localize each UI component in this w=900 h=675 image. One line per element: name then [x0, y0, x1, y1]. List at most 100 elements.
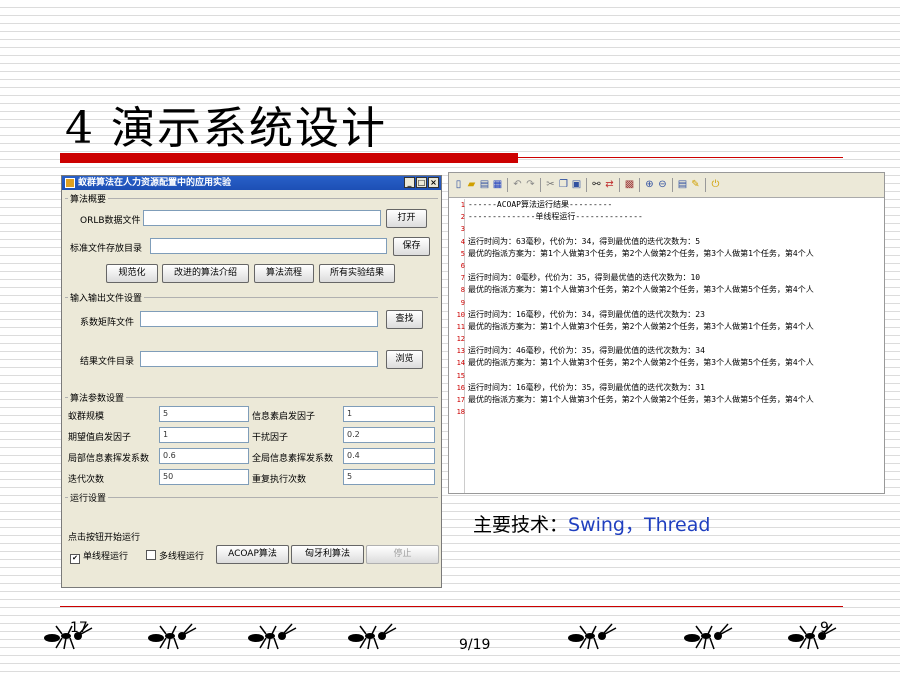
- toolbar-separator: [639, 178, 640, 192]
- code-line: 11 最优的指派方案为：第1个人做第3个任务，第2个人做第2个任务，第3个人做第1…: [449, 321, 884, 333]
- editor-toolbar: ▯ ▰ ▤ ▦ ↶ ↷ ✂ ❐ ▣ ⚯ ⇄ ▩ ⊕ ⊖ ▤ ✎ ⏻: [449, 173, 884, 198]
- line-text: [466, 297, 468, 309]
- cut-icon[interactable]: ✂: [545, 179, 556, 191]
- line-text: 最优的指派方案为：第1个人做第3个任务，第2个人做第2个任务，第3个人做第1个任…: [468, 321, 814, 331]
- ant-icon: [684, 623, 733, 650]
- page-number: 9/19: [459, 637, 491, 653]
- result-dir-label: 结果文件目录: [80, 357, 135, 367]
- line-text: ------ACOAP算法运行结果---------: [468, 200, 613, 209]
- new-icon[interactable]: ▯: [453, 179, 464, 191]
- save-icon[interactable]: ▤: [479, 179, 490, 191]
- line-number: 6: [460, 261, 465, 270]
- result-dir-input[interactable]: [140, 351, 378, 367]
- bookmark-icon[interactable]: ▩: [624, 179, 635, 191]
- minimize-button[interactable]: _: [404, 177, 415, 188]
- multi-thread-checkbox[interactable]: 多线程运行: [146, 549, 204, 562]
- std-dir-input[interactable]: [150, 238, 387, 254]
- line-text: 最优的指派方案为：第1个人做第3个任务，第2个人做第2个任务，第3个人做第5个任…: [468, 285, 814, 295]
- repeat-count-label: 重复执行次数: [252, 475, 307, 485]
- code-line: 13 运行时间为：46毫秒，代价为：35，得到最优值的迭代次数为：34: [449, 345, 884, 357]
- global-evaporation-input[interactable]: 0.4: [343, 448, 435, 464]
- zoom-out-icon[interactable]: ⊖: [657, 179, 668, 191]
- undo-icon[interactable]: ↶: [512, 179, 523, 191]
- code-line: 8 最优的指派方案为：第1个人做第3个任务，第2个人做第2个任务，第3个人做第5个…: [449, 284, 884, 296]
- footer-right-number: 9: [820, 620, 829, 636]
- code-line: 10 运行时间为：16毫秒，代价为：34，得到最优值的迭代次数为：23: [449, 309, 884, 321]
- save-as-icon[interactable]: ▦: [492, 179, 503, 191]
- algo-section-label: 算法概要: [68, 192, 109, 205]
- colony-size-input[interactable]: 5: [159, 406, 249, 422]
- line-number: 16: [456, 383, 465, 392]
- code-line: 16 运行时间为：16毫秒，代价为：35，得到最优值的迭代次数为：31: [449, 382, 884, 394]
- tech-value: Swing，Thread: [568, 514, 711, 536]
- open-icon[interactable]: ▰: [466, 179, 477, 191]
- code-line: 18: [449, 406, 884, 418]
- ant-icon: [44, 623, 93, 650]
- line-text: 最优的指派方案为：第1个人做第3个任务，第2个人做第2个任务，第3个人做第5个任…: [468, 358, 814, 368]
- line-text: 运行时间为：16毫秒，代价为：34，得到最优值的迭代次数为：23: [468, 309, 705, 319]
- toolbar-separator: [619, 178, 620, 192]
- window-titlebar[interactable]: 蚁群算法在人力资源配置中的应用实验 _ □ ×: [62, 176, 441, 190]
- orlb-input[interactable]: [143, 210, 381, 226]
- line-text: 运行时间为：46毫秒，代价为：35，得到最优值的迭代次数为：34: [468, 346, 705, 356]
- acoap-button[interactable]: ACOAP算法: [216, 545, 289, 564]
- app-icon: [65, 178, 75, 188]
- toolbar-separator: [507, 178, 508, 192]
- line-text: 最优的指派方案为：第1个人做第3个任务，第2个人做第2个任务，第3个人做第5个任…: [468, 395, 814, 404]
- ant-icon: [348, 623, 397, 650]
- repeat-count-input[interactable]: 5: [343, 469, 435, 485]
- app-window: 蚁群算法在人力资源配置中的应用实验 _ □ × 算法概要 ORLB数据文件 打开…: [61, 175, 442, 588]
- code-line: 15: [449, 370, 884, 382]
- save-button[interactable]: 保存: [393, 237, 430, 256]
- hungarian-button[interactable]: 匈牙利算法: [291, 545, 364, 564]
- copy-icon[interactable]: ❐: [558, 179, 569, 191]
- edit-icon[interactable]: ✎: [690, 179, 701, 191]
- all-results-button[interactable]: 所有实验结果: [319, 264, 395, 283]
- footer-line: [60, 606, 843, 607]
- paste-icon[interactable]: ▣: [571, 179, 582, 191]
- code-area[interactable]: 1 ------ACOAP算法运行结果--------- 2 ------------…: [449, 199, 884, 418]
- find-icon[interactable]: ⚯: [591, 179, 602, 191]
- run-section: [65, 497, 438, 498]
- heuristic-factor-label: 期望值启发因子: [68, 433, 132, 443]
- exit-icon[interactable]: ⏻: [710, 179, 721, 191]
- code-line: 4 运行时间为：63毫秒，代价为：34，得到最优值的迭代次数为：5: [449, 236, 884, 248]
- maximize-button[interactable]: □: [416, 177, 427, 188]
- matrix-input[interactable]: [140, 311, 378, 327]
- code-line: 1 ------ACOAP算法运行结果---------: [449, 199, 884, 211]
- normalize-button[interactable]: 规范化: [106, 264, 158, 283]
- multi-thread-check: [146, 550, 156, 560]
- single-thread-check: ✔: [70, 554, 80, 564]
- code-line: 6: [449, 260, 884, 272]
- line-text: --------------单线程运行--------------: [468, 212, 643, 222]
- line-number: 1: [460, 201, 465, 209]
- local-evaporation-input[interactable]: 0.6: [159, 448, 249, 464]
- interference-factor-input[interactable]: 0.2: [343, 427, 435, 443]
- redo-icon[interactable]: ↷: [525, 179, 536, 191]
- iterations-input[interactable]: 50: [159, 469, 249, 485]
- matrix-label: 系数矩阵文件: [80, 318, 135, 328]
- zoom-in-icon[interactable]: ⊕: [644, 179, 655, 191]
- result-editor: ▯ ▰ ▤ ▦ ↶ ↷ ✂ ❐ ▣ ⚯ ⇄ ▩ ⊕ ⊖ ▤ ✎ ⏻ 1 -----…: [448, 172, 885, 494]
- single-thread-checkbox[interactable]: ✔ 单线程运行: [70, 549, 128, 564]
- line-number: 5: [460, 249, 465, 258]
- algo-intro-button[interactable]: 改进的算法介绍: [162, 264, 249, 283]
- code-line: 5 最优的指派方案为：第1个人做第3个任务，第2个人做第2个任务，第3个人做第1个…: [449, 248, 884, 260]
- line-text: [466, 370, 468, 382]
- std-dir-label: 标准文件存放目录: [70, 244, 143, 254]
- code-line: 3: [449, 223, 884, 235]
- stop-button[interactable]: 停止: [366, 545, 439, 564]
- line-number: 9: [460, 298, 465, 307]
- replace-icon[interactable]: ⇄: [604, 179, 615, 191]
- toolbar-separator: [705, 178, 706, 192]
- ant-icon: [568, 623, 617, 650]
- open-button[interactable]: 打开: [386, 209, 427, 228]
- wrap-icon[interactable]: ▤: [677, 179, 688, 191]
- browse-button[interactable]: 浏览: [386, 350, 423, 369]
- close-button[interactable]: ×: [428, 177, 439, 188]
- algo-flow-button[interactable]: 算法流程: [254, 264, 314, 283]
- line-number: 7: [460, 274, 465, 283]
- find-button[interactable]: 查找: [386, 310, 423, 329]
- pheromone-factor-input[interactable]: 1: [343, 406, 435, 422]
- heuristic-factor-input[interactable]: 1: [159, 427, 249, 443]
